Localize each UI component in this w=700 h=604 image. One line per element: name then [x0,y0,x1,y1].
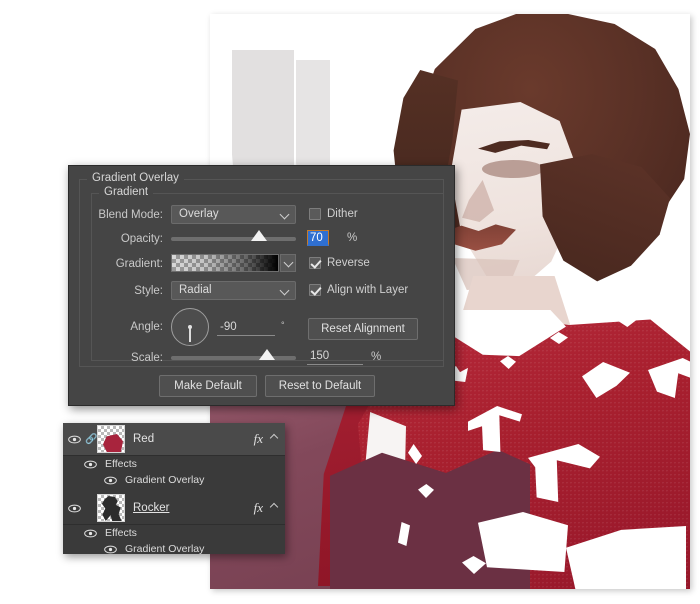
effect-name: Gradient Overlay [125,543,205,555]
style-label: Style: [134,285,163,297]
eye-icon [103,545,117,553]
align-with-layer-checkbox-wrap[interactable]: Align with Layer [309,284,408,296]
chevron-down-icon [281,287,289,295]
effects-visibility-toggle[interactable] [79,529,101,538]
blend-mode-value: Overlay [179,208,219,220]
effect-name: Gradient Overlay [125,474,205,486]
chevron-up-icon[interactable] [271,435,278,442]
layer-name-red[interactable]: Red [133,433,154,445]
eye-icon [103,476,117,484]
layer-effect-gradient-overlay-red[interactable]: Gradient Overlay [63,472,285,488]
effects-label: Effects [105,527,137,539]
layer-visibility-toggle[interactable] [63,435,85,444]
layer-fx-icon[interactable]: fx [254,431,263,447]
layer-fx-icon[interactable]: fx [254,500,263,516]
effects-visibility-toggle[interactable] [79,460,101,469]
layer-thumbnail-content [103,434,123,452]
layer-effect-gradient-overlay-rocker[interactable]: Gradient Overlay [63,541,285,557]
align-with-layer-checkbox[interactable] [309,284,321,296]
panel-title: Gradient Overlay [87,172,184,184]
eye-icon [67,435,81,443]
reset-to-default-button[interactable]: Reset to Default [265,375,375,397]
layer-effects-row-rocker[interactable]: Effects [63,525,285,541]
angle-label: Angle: [130,321,163,333]
blend-mode-label: Blend Mode: [98,209,163,221]
shirt-graphic-ring-1 [210,14,236,40]
style-row: Style: Radial Align with Layer [69,280,454,302]
angle-input[interactable]: -90 [217,320,275,336]
gradient-overlay-dialog: Gradient Overlay Gradient Blend Mode: Ov… [68,165,455,406]
gradient-preset-dropdown[interactable] [280,254,296,272]
opacity-unit: % [347,232,358,244]
reset-alignment-button[interactable]: Reset Alignment [308,318,418,340]
blend-mode-row: Blend Mode: Overlay Dither [69,204,454,226]
gradient-group-title: Gradient [99,186,154,198]
layer-thumbnail-red[interactable] [97,425,125,453]
style-select[interactable]: Radial [171,281,296,300]
chevron-down-icon [281,211,289,219]
layers-panel: 🔗 Red fx Effects Gradient Overlay Rocker… [63,423,285,557]
effects-label: Effects [105,458,137,470]
scale-unit: % [371,351,382,363]
dither-checkbox[interactable] [309,208,321,220]
angle-dial[interactable] [171,308,209,346]
gradient-swatch[interactable] [171,254,279,272]
opacity-row: Opacity: 70 % [69,228,454,250]
align-with-layer-label: Align with Layer [327,284,409,296]
opacity-label: Opacity: [120,233,163,245]
reverse-checkbox[interactable] [309,257,321,269]
make-default-button[interactable]: Make Default [159,375,257,397]
eye-icon [83,529,97,537]
angle-row: Angle: -90 ° Reset Alignment [69,306,454,348]
scale-row: Scale: 150 % [69,347,454,369]
opacity-input[interactable]: 70 [307,230,329,246]
scale-input[interactable]: 150 [307,349,363,365]
layer-thumbnail-content [101,496,122,521]
opacity-slider[interactable] [171,230,296,241]
scale-slider-knob[interactable] [259,349,276,360]
link-icon[interactable]: 🔗 [85,434,97,445]
chevron-up-icon[interactable] [271,504,278,511]
layer-thumbnail-rocker[interactable] [97,494,125,522]
reverse-label: Reverse [327,257,370,269]
layer-name-rocker[interactable]: Rocker [133,502,169,514]
effect-visibility-toggle[interactable] [99,545,121,554]
scale-slider[interactable] [171,349,296,360]
eye-icon [67,504,81,512]
dither-label: Dither [327,208,358,220]
gradient-row: Gradient: Reverse [69,253,454,275]
gradient-label: Gradient: [115,258,163,270]
layer-effects-row-red[interactable]: Effects [63,456,285,472]
reverse-checkbox-wrap[interactable]: Reverse [309,257,370,269]
layer-visibility-toggle[interactable] [63,504,85,513]
blend-mode-select[interactable]: Overlay [171,205,296,224]
layer-row-rocker[interactable]: Rocker fx [63,492,285,525]
eye-shadow [482,160,544,178]
dither-checkbox-wrap[interactable]: Dither [309,208,358,220]
scale-label: Scale: [131,352,163,364]
layer-row-red[interactable]: 🔗 Red fx [63,423,285,456]
shirt-graphic-14 [654,296,674,309]
opacity-slider-knob[interactable] [250,230,267,241]
angle-dial-hub [188,325,192,329]
eye-icon [83,460,97,468]
angle-dial-needle [189,327,191,342]
effect-visibility-toggle[interactable] [99,476,121,485]
angle-unit: ° [281,320,285,330]
style-value: Radial [179,284,212,296]
